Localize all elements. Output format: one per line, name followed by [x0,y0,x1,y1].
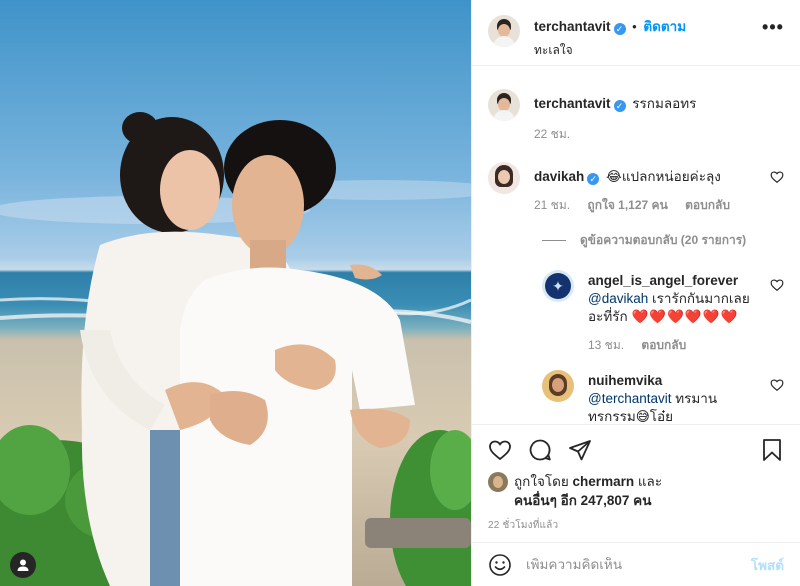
author-avatar[interactable] [488,15,520,47]
likes-and: และ [637,474,663,489]
author-username[interactable]: terchantavit [534,19,611,34]
likes-prefix: ถูกใจโดย [514,474,569,489]
user-icon [17,559,29,571]
comment-item: davikah ✓ 😂แปลกหน่อยค่ะลุง 21 ชม. ถูกใจ 1… [488,162,784,214]
caption-time[interactable]: 22 ชม. [534,127,570,141]
view-replies-button[interactable]: ดูข้อความตอบกลับ (20 รายการ) [542,231,784,250]
action-icon-row [488,437,784,463]
comments-section[interactable]: terchantavit ✓ รรกมลอทร 22 ชม. davikah ✓ 😂… [472,67,800,424]
reply-button[interactable]: ตอบกลับ [641,338,686,352]
reply-text: nuihemvika @terchantavit ทรมานทรกรรม😅โอ๋… [588,370,784,424]
reply-mention[interactable]: @terchantavit [588,391,672,406]
likes-summary: ถูกใจโดย chermarn และ คนอื่นๆ อีก 247,80… [488,472,784,510]
follow-button[interactable]: ติดตาม [643,19,686,34]
reply-item: ✦ angel_is_angel_forever @davikah เรารัก… [542,270,784,354]
reply-button[interactable]: ตอบกลับ [685,198,730,212]
verified-badge-icon: ✓ [587,173,600,185]
like-heart-icon[interactable] [488,438,512,462]
post-details-panel: terchantavit ✓ • ติดตาม ทะเลใจ ••• tercha… [471,0,800,586]
view-replies-label: ดูข้อความตอบกลับ (20 รายการ) [580,233,747,247]
reply-item: nuihemvika @terchantavit ทรมานทรกรรม😅โอ๋… [542,370,784,424]
liker-avatar[interactable] [488,472,508,492]
caption-body: รรกมลอทร [632,96,697,111]
likes-others-count[interactable]: คนอื่นๆ อีก 247,807 คน [514,493,651,508]
reply-hearts: ❤️❤️❤️❤️❤️❤️ [631,309,739,324]
separator-dot: • [632,19,637,34]
bookmark-icon[interactable] [760,438,784,462]
more-options-icon[interactable]: ••• [762,17,784,38]
verified-badge-icon: ✓ [613,100,626,112]
post-comment-button[interactable]: โพสต์ [751,554,784,576]
tagged-user-button[interactable] [10,552,36,578]
reply-time[interactable]: 13 ชม. [588,338,624,352]
emoji-smiley-icon[interactable] [488,553,512,577]
like-comment-heart-icon[interactable] [770,170,784,184]
add-comment-bar: โพสต์ [472,542,800,586]
post-timestamp[interactable]: 22 ชั่วโมงที่แล้ว [488,518,784,533]
comment-meta: 21 ชม. ถูกใจ 1,127 คน ตอบกลับ [534,196,784,214]
share-paper-plane-icon[interactable] [568,438,592,462]
verified-badge-icon: ✓ [613,23,626,35]
reply-username[interactable]: nuihemvika [588,373,662,388]
caption-avatar[interactable] [488,89,520,121]
caption-username[interactable]: terchantavit [534,96,611,111]
reply-mention[interactable]: @davikah [588,291,648,306]
post-actions: ถูกใจโดย chermarn และ คนอื่นๆ อีก 247,80… [472,424,800,544]
reply-username[interactable]: angel_is_angel_forever [588,273,738,288]
comment-username[interactable]: davikah [534,169,584,184]
location-link[interactable]: ทะเลใจ [534,41,762,60]
post-photo[interactable] [0,0,471,586]
caption-text: terchantavit ✓ รรกมลอทร 22 ชม. [534,89,784,143]
caption-meta: 22 ชม. [534,125,784,143]
replier-avatar[interactable]: ✦ [542,270,574,302]
like-reply-heart-icon[interactable] [770,278,784,292]
post-header: terchantavit ✓ • ติดตาม ทะเลใจ ••• [472,0,800,66]
comment-likes[interactable]: ถูกใจ 1,127 คน [587,198,667,212]
angel-icon: ✦ [545,273,571,299]
reply-meta: 13 ชม. ตอบกลับ [588,336,762,354]
caption-item: terchantavit ✓ รรกมลอทร 22 ชม. [488,89,784,143]
view-replies-divider [542,240,566,241]
header-text: terchantavit ✓ • ติดตาม ทะเลใจ [534,15,762,60]
replier-avatar[interactable] [542,370,574,402]
comment-text: davikah ✓ 😂แปลกหน่อยค่ะลุง 21 ชม. ถูกใจ 1… [534,162,784,214]
liker-username[interactable]: chermarn [573,474,635,489]
likes-text: ถูกใจโดย chermarn และ คนอื่นๆ อีก 247,80… [514,472,662,510]
comment-body: 😂แปลกหน่อยค่ะลุง [606,169,721,184]
comment-bubble-icon[interactable] [528,438,552,462]
reply-text: angel_is_angel_forever @davikah เรารักกั… [588,270,784,354]
like-reply-heart-icon[interactable] [770,378,784,392]
photo-illustration [0,112,471,586]
instagram-post: terchantavit ✓ • ติดตาม ทะเลใจ ••• tercha… [0,0,800,586]
add-comment-input[interactable] [526,557,751,572]
commenter-avatar[interactable] [488,162,520,194]
comment-time[interactable]: 21 ชม. [534,198,570,212]
